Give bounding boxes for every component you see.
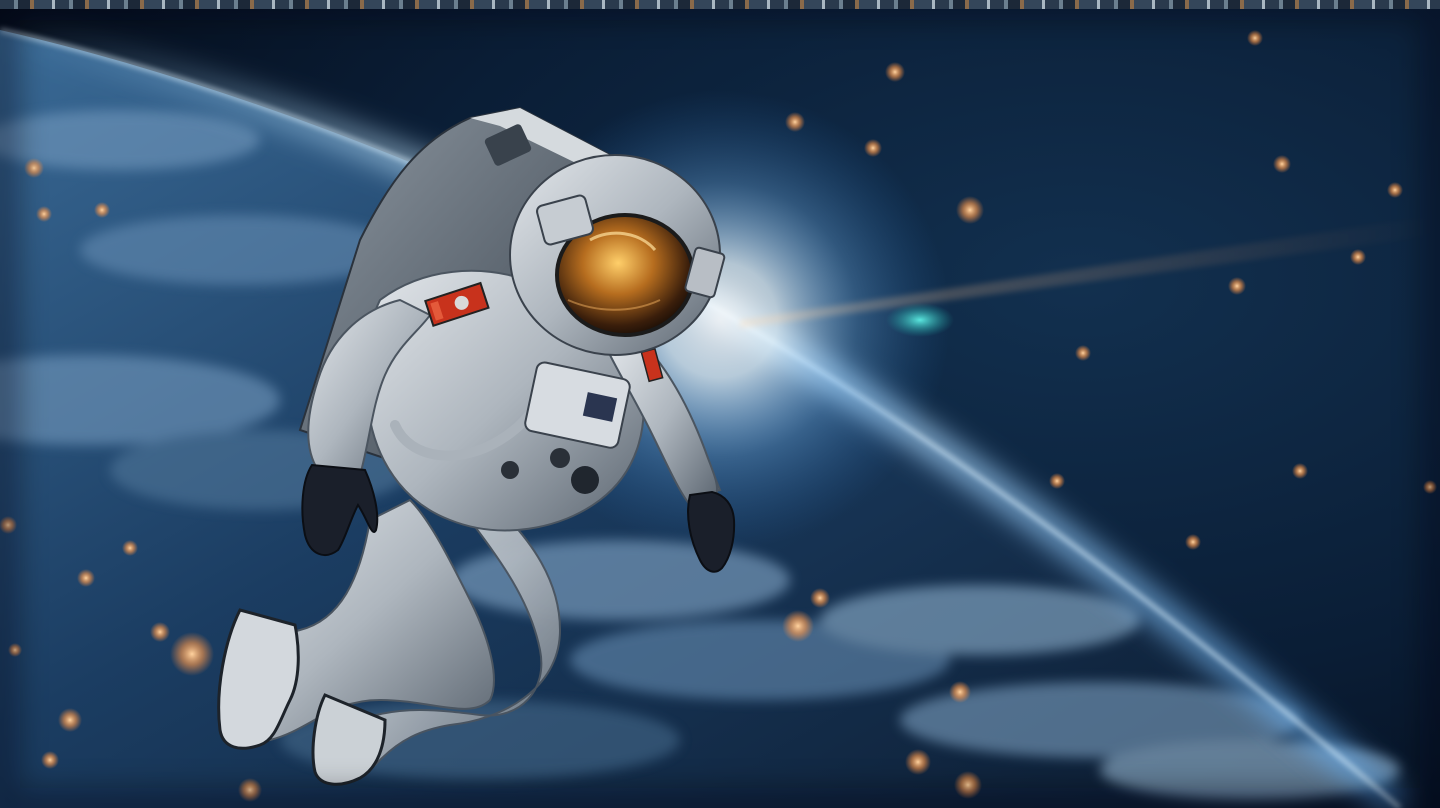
space-scene — [0, 0, 1440, 808]
scene-artwork — [0, 0, 1440, 808]
top-image-strip — [0, 0, 1440, 9]
lens-flare — [886, 303, 954, 337]
